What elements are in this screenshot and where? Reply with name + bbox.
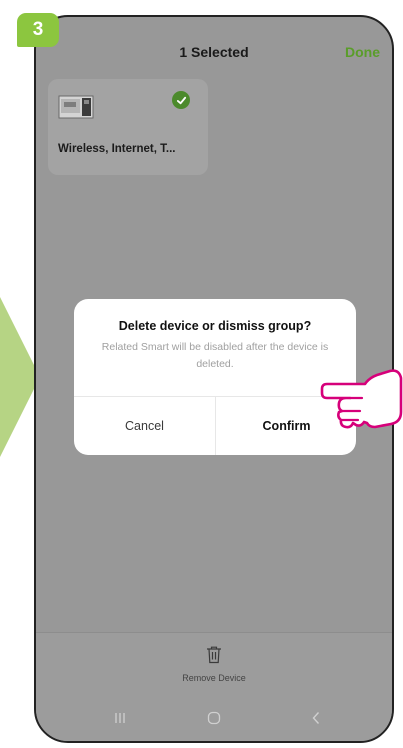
device-card[interactable]: Wireless, Internet, T... (48, 79, 208, 175)
back-icon[interactable] (306, 709, 326, 727)
pointing-hand-icon (320, 369, 403, 429)
dialog-title: Delete device or dismiss group? (118, 319, 312, 333)
remove-device-label[interactable]: Remove Device (36, 673, 392, 683)
delete-confirm-dialog: Delete device or dismiss group? Related … (74, 299, 356, 455)
device-name: Wireless, Internet, T... (58, 143, 176, 155)
recent-apps-icon[interactable] (110, 709, 130, 727)
bottom-action-bar: Remove Device (36, 632, 392, 695)
dialog-message: Related Smart will be disabled after the… (101, 341, 329, 370)
trash-icon[interactable] (206, 646, 222, 664)
home-icon[interactable] (204, 709, 224, 727)
step-number-badge: 3 (17, 13, 59, 47)
system-nav-bar (36, 695, 392, 741)
selected-check-icon (172, 91, 190, 109)
top-bar: 1 Selected Done (36, 17, 392, 87)
device-thumbnail-icon (58, 95, 94, 119)
cancel-button[interactable]: Cancel (74, 397, 215, 455)
done-button[interactable]: Done (345, 44, 380, 60)
selection-count-title: 1 Selected (179, 44, 249, 60)
